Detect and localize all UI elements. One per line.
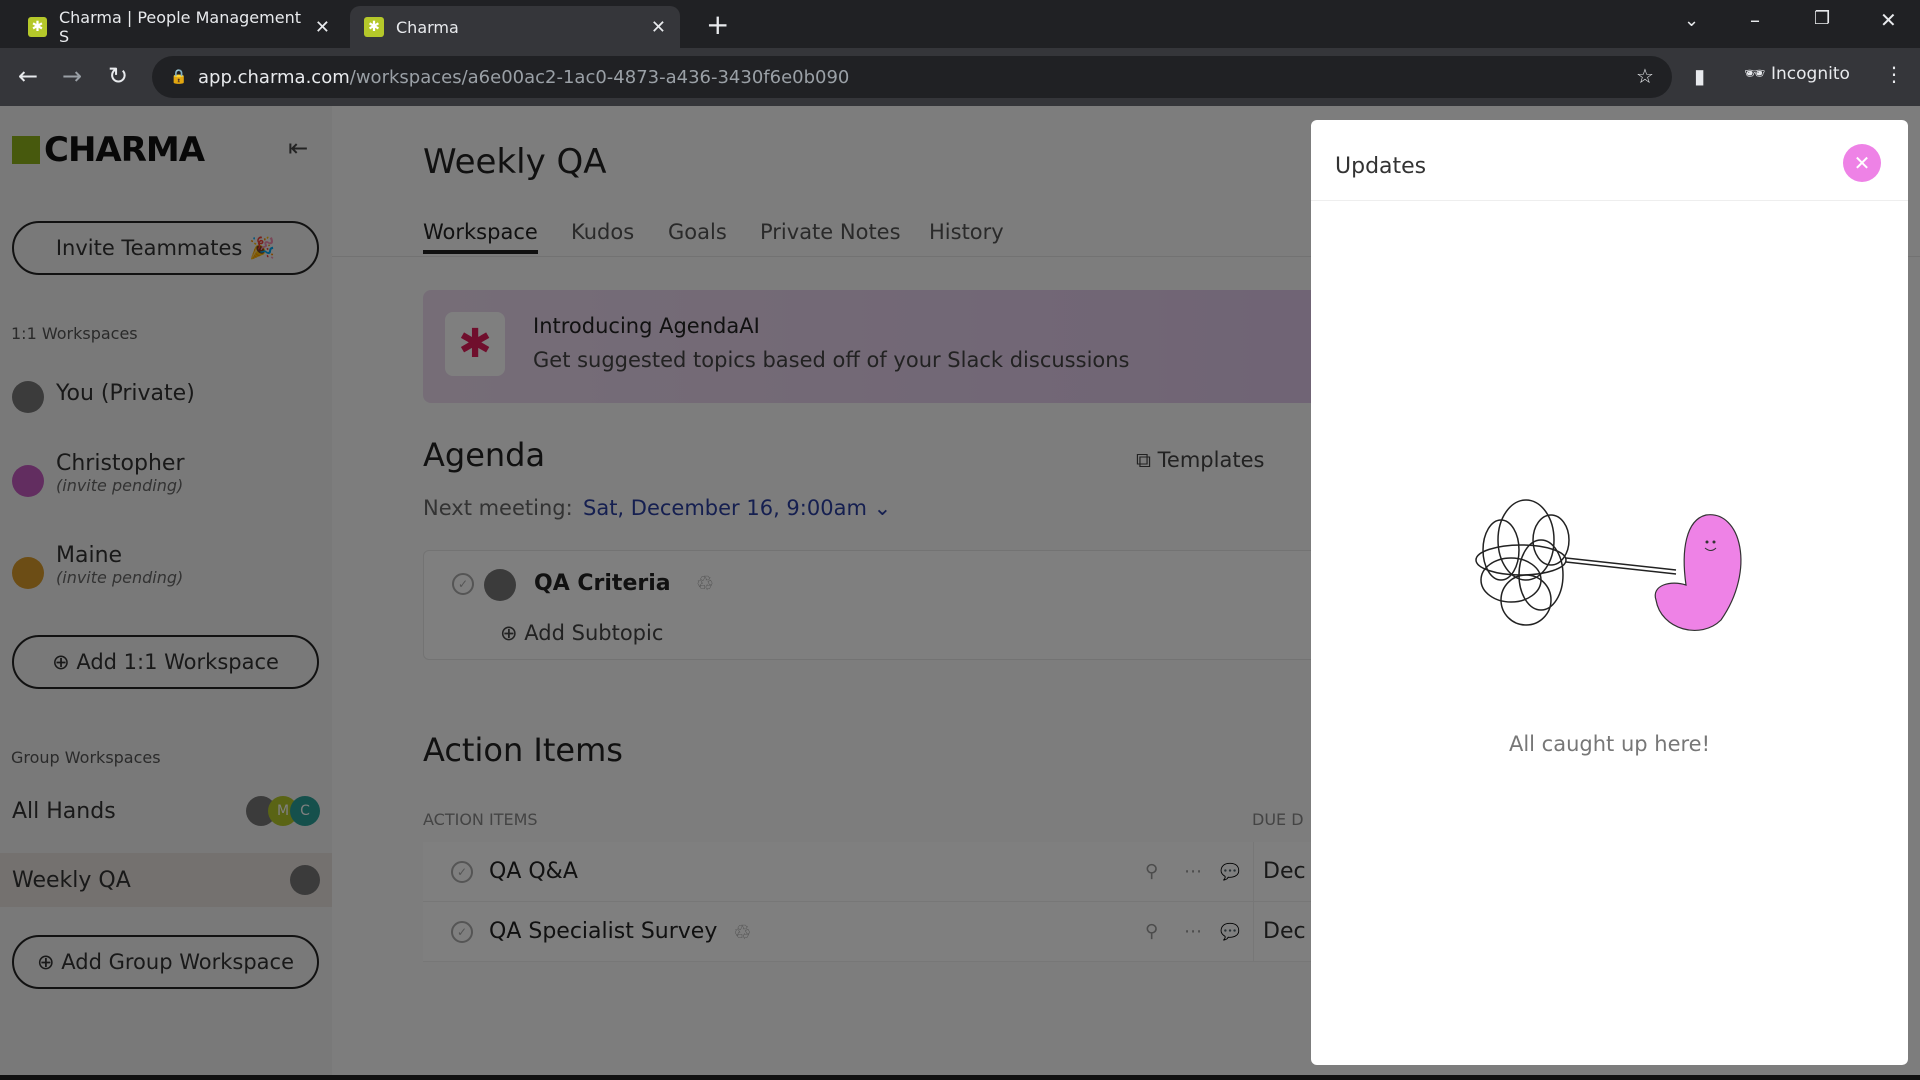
browser-tab-bar: ✱ Charma | People Management S ✕ ✱ Charma ✕ … xyxy=(0,0,1920,48)
tab-title: Charma xyxy=(396,17,459,37)
new-tab-icon[interactable]: + xyxy=(706,8,729,41)
charma-favicon-icon: ✱ xyxy=(364,17,384,37)
profile-label: Incognito xyxy=(1771,64,1850,84)
minimize-icon[interactable]: – xyxy=(1750,8,1760,32)
url-path: /workspaces/a6e00ac2-1ac0-4873-a436-3430… xyxy=(349,66,850,88)
restore-icon[interactable]: ❐ xyxy=(1814,8,1830,29)
url-host: app.charma.com xyxy=(198,66,350,88)
url-input[interactable]: 🔒 app.charma.com/workspaces/a6e00ac2-1ac0… xyxy=(152,56,1672,98)
close-panel-button[interactable]: ✕ xyxy=(1843,144,1881,182)
incognito-badge[interactable]: 🕶 Incognito xyxy=(1744,64,1850,84)
close-window-icon[interactable]: ✕ xyxy=(1880,8,1897,32)
star-icon[interactable]: ☆ xyxy=(1636,64,1654,88)
tab-search-icon[interactable]: ⌄ xyxy=(1684,10,1699,31)
empty-state-message: All caught up here! xyxy=(1508,732,1711,756)
browser-tab-active[interactable]: ✱ Charma ✕ xyxy=(350,6,680,48)
close-tab-icon[interactable]: ✕ xyxy=(315,17,330,38)
divider xyxy=(1311,200,1908,201)
browser-tab[interactable]: ✱ Charma | People Management S ✕ xyxy=(14,6,344,48)
sidebar-toggle-icon[interactable]: ▮ xyxy=(1694,64,1705,88)
tangled-yarn-icon xyxy=(1475,499,1677,626)
close-tab-icon[interactable]: ✕ xyxy=(651,17,666,38)
charma-favicon-icon: ✱ xyxy=(28,17,47,37)
taskbar-edge xyxy=(0,1075,1920,1080)
reload-icon[interactable]: ↻ xyxy=(108,62,128,90)
forward-icon[interactable]: → xyxy=(62,62,82,90)
tab-title: Charma | People Management S xyxy=(58,8,301,46)
all-caught-up-illustration xyxy=(1475,499,1742,631)
address-bar-row: ← → ↻ 🔒 app.charma.com/workspaces/a6e00ac… xyxy=(0,48,1920,106)
updates-panel: Updates ✕ All caught up here! xyxy=(1311,120,1908,1065)
menu-icon[interactable]: ⋮ xyxy=(1884,62,1904,86)
incognito-icon: 🕶 xyxy=(1744,64,1771,84)
close-icon: ✕ xyxy=(1853,151,1871,175)
lock-icon: 🔒 xyxy=(170,69,188,85)
panel-title: Updates xyxy=(1335,154,1427,179)
back-icon[interactable]: ← xyxy=(18,62,38,90)
